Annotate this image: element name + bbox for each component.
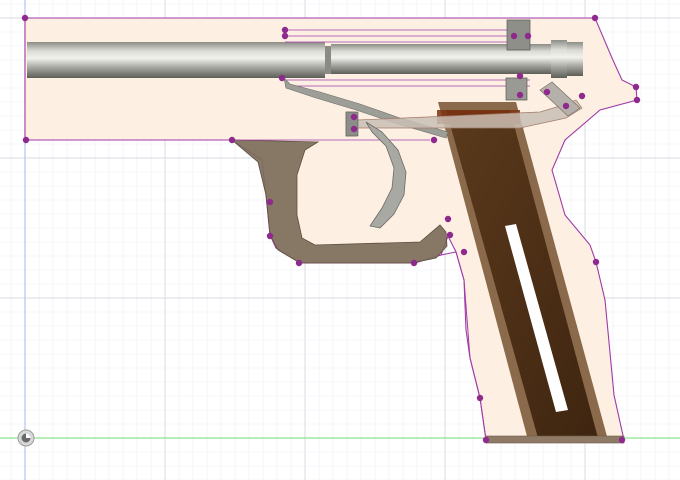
sketch-point[interactable] bbox=[591, 14, 599, 22]
sketch-point[interactable] bbox=[446, 231, 454, 239]
magazine-base-plate[interactable] bbox=[485, 435, 625, 444]
sketch-point[interactable] bbox=[618, 436, 626, 444]
sketch-point[interactable] bbox=[21, 14, 29, 22]
design-canvas[interactable] bbox=[0, 0, 680, 480]
sketch-point[interactable] bbox=[278, 74, 286, 82]
sketch-point[interactable] bbox=[633, 96, 641, 104]
sketch-point[interactable] bbox=[350, 125, 358, 133]
sketch-point[interactable] bbox=[430, 136, 438, 144]
sketch-point[interactable] bbox=[516, 72, 524, 80]
sketch-point[interactable] bbox=[266, 198, 274, 206]
barrel[interactable] bbox=[27, 40, 583, 78]
sketch-point[interactable] bbox=[295, 259, 303, 267]
sketch-point[interactable] bbox=[22, 136, 30, 144]
sketch-point[interactable] bbox=[562, 102, 570, 110]
rear-sight-block[interactable] bbox=[505, 77, 528, 101]
sketch-point[interactable] bbox=[632, 83, 640, 91]
sketch-point[interactable] bbox=[524, 32, 532, 40]
sketch-point[interactable] bbox=[444, 215, 452, 223]
sketch-point[interactable] bbox=[350, 113, 358, 121]
sketch-point[interactable] bbox=[460, 248, 468, 256]
sketch-point[interactable] bbox=[281, 32, 289, 40]
sketch-point[interactable] bbox=[281, 26, 289, 34]
sketch-point[interactable] bbox=[510, 32, 518, 40]
sketch-point[interactable] bbox=[578, 92, 586, 100]
sketch-point[interactable] bbox=[543, 88, 551, 96]
sketch-point[interactable] bbox=[592, 258, 600, 266]
sketch-point[interactable] bbox=[516, 91, 524, 99]
sketch-point[interactable] bbox=[476, 394, 484, 402]
sketch-point[interactable] bbox=[266, 232, 274, 240]
sketch-point[interactable] bbox=[228, 136, 236, 144]
sketch-point[interactable] bbox=[410, 259, 418, 267]
origin-marker-icon[interactable] bbox=[17, 429, 35, 447]
sketch-viewport[interactable] bbox=[0, 0, 680, 480]
sketch-point[interactable] bbox=[482, 436, 490, 444]
